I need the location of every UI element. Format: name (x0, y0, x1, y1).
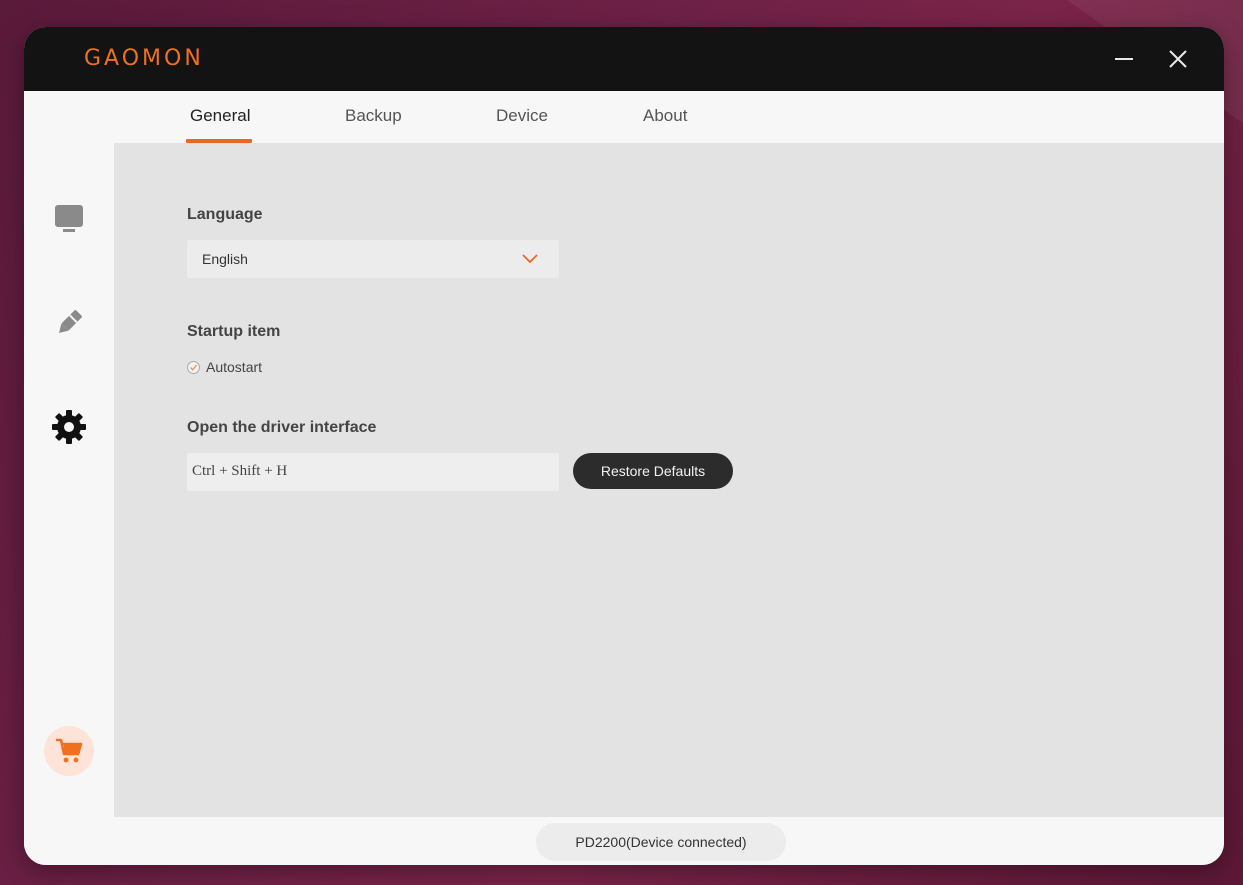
hotkey-input[interactable]: Ctrl + Shift + H (187, 453, 559, 491)
tab-device[interactable]: Device (496, 106, 548, 142)
pen-icon (59, 309, 83, 333)
title-bar: GAOMON (24, 27, 1224, 91)
sidebar-item-pen[interactable] (49, 303, 89, 343)
close-button[interactable] (1162, 43, 1194, 75)
monitor-icon (55, 205, 83, 232)
sidebar-item-display[interactable] (49, 199, 89, 239)
cart-icon (56, 738, 83, 763)
startup-heading: Startup item (187, 323, 281, 340)
store-button[interactable] (44, 726, 94, 776)
autostart-checkbox[interactable] (187, 360, 200, 374)
restore-defaults-button[interactable]: Restore Defaults (573, 453, 733, 489)
tab-bar: General Backup Device About (114, 91, 1224, 143)
chevron-down-icon (522, 254, 538, 264)
language-selected-value: English (202, 251, 248, 267)
minimize-button[interactable] (1108, 43, 1140, 75)
minimize-icon (1115, 58, 1133, 60)
general-settings-panel: Language English Startup item Autostart … (114, 143, 1224, 817)
device-status: PD2200(Device connected) (536, 823, 786, 861)
tab-general[interactable]: General (190, 106, 250, 142)
tab-about[interactable]: About (643, 106, 687, 142)
autostart-option[interactable]: Autostart (187, 359, 262, 375)
status-bar: PD2200(Device connected) (24, 817, 1224, 865)
app-window: GAOMON General Backup Device About Langu… (24, 27, 1224, 865)
check-icon (190, 364, 198, 371)
gear-icon (52, 410, 86, 444)
tab-backup[interactable]: Backup (345, 106, 402, 142)
close-icon (1169, 50, 1187, 68)
sidebar-item-settings[interactable] (49, 407, 89, 447)
autostart-label: Autostart (206, 359, 263, 375)
language-heading: Language (187, 206, 263, 223)
gaomon-logo: GAOMON (84, 46, 204, 71)
language-select[interactable]: English (187, 240, 559, 278)
sidebar (24, 91, 114, 865)
driver-interface-heading: Open the driver interface (187, 419, 377, 436)
